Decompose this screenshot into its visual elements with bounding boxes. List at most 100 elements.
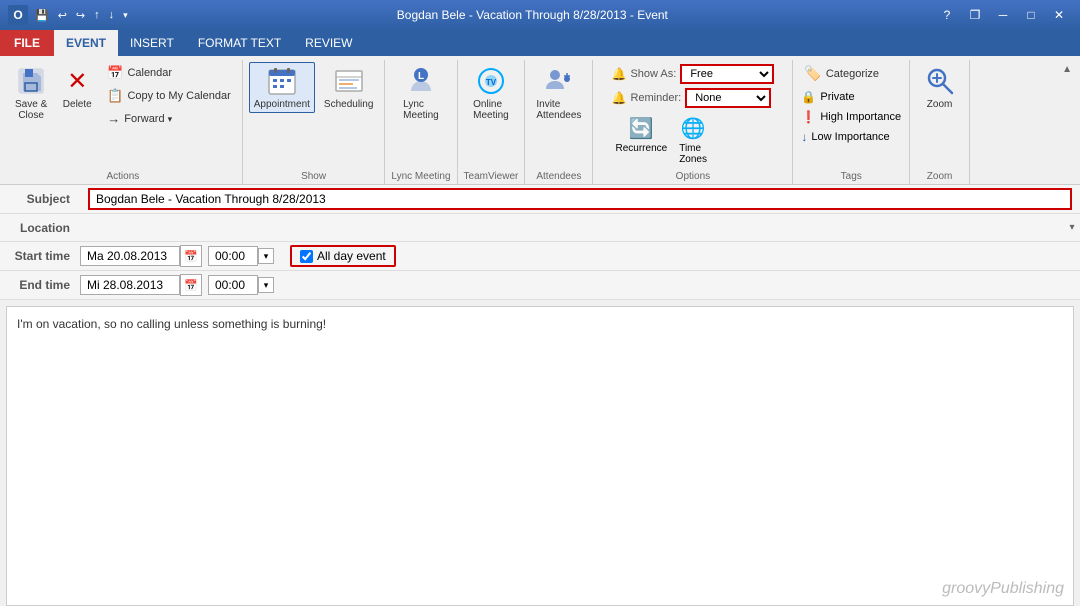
attendees-label: Attendees [531,169,586,184]
copy-forward-group: 📅 Calendar 📋 Copy to My Calendar → Forwa… [102,62,236,129]
online-meeting-label: OnlineMeeting [473,99,509,121]
forward-icon: → [107,111,120,126]
zoom-button[interactable]: Zoom [919,62,961,113]
reminder-select[interactable]: None 0 minutes 5 minutes 15 minutes 30 m… [685,88,771,108]
reminder-label: Reminder: [630,92,681,104]
zoom-content: Zoom [919,62,961,169]
options-content: 🔔 Show As: Free Busy Tentative Out of Of… [612,62,775,169]
appointment-label: Appointment [254,99,310,110]
attendees-content: InviteAttendees [531,62,586,169]
invite-attendees-icon [543,65,575,97]
end-time-row: End time 📅 ▾ [0,271,1080,300]
lync-meeting-button[interactable]: L LyncMeeting [398,62,444,124]
forward-button[interactable]: → Forward ▾ [102,108,236,129]
private-label: Private [820,91,854,103]
save-icon[interactable]: 💾 [32,8,52,23]
delete-label: Delete [63,99,92,110]
all-day-label[interactable]: All day event [317,249,386,263]
end-time-dropdown[interactable]: ▾ [258,277,274,293]
menu-bar: FILE EVENT INSERT FORMAT TEXT REVIEW [0,30,1080,56]
recurrence-button[interactable]: 🔄 Recurrence [612,114,672,167]
review-tab[interactable]: REVIEW [293,30,364,56]
start-time-label: Start time [0,249,80,263]
all-day-checkbox[interactable] [300,250,313,263]
online-meeting-icon: TV [475,65,507,97]
location-row: Location ▾ [0,214,1080,242]
scheduling-icon [333,65,365,97]
teamviewer-group: TV OnlineMeeting TeamViewer [458,60,526,184]
app-icon: O [8,5,28,25]
maximize-button[interactable]: □ [1018,5,1044,25]
actions-group-content: Save &Close ✕ Delete 📅 Calendar 📋 Copy t… [10,62,236,169]
zoom-label: Zoom [927,99,953,110]
show-as-reminder-group: 🔔 Show As: Free Busy Tentative Out of Of… [612,62,775,110]
down-icon[interactable]: ↓ [106,8,118,22]
reminder-icon: 🔔 [612,67,627,81]
teamviewer-label: TeamViewer [464,169,519,184]
scheduling-label: Scheduling [324,99,373,110]
low-importance-icon: ↓ [801,130,807,144]
online-meeting-button[interactable]: TV OnlineMeeting [468,62,514,124]
show-as-select[interactable]: Free Busy Tentative Out of Office [680,64,774,84]
show-label: Show [249,169,379,184]
end-date-input[interactable] [80,275,180,295]
start-calendar-button[interactable]: 📅 [180,245,202,267]
customize-qa-icon[interactable]: ▾ [120,9,131,22]
actions-label: Actions [10,169,236,184]
event-body[interactable]: I'm on vacation, so no calling unless so… [6,306,1074,606]
title-bar-left: O 💾 ↩ ↪ ↑ ↓ ▾ [8,5,131,25]
event-tab[interactable]: EVENT [54,30,118,56]
save-close-button[interactable]: Save &Close [10,62,52,124]
restore-button[interactable]: ❐ [962,5,988,25]
undo-icon[interactable]: ↩ [55,8,70,23]
start-time-dropdown[interactable]: ▾ [258,248,274,264]
start-time-input[interactable] [208,246,258,266]
invite-attendees-button[interactable]: InviteAttendees [531,62,586,124]
bell-icon: 🔔 [612,91,627,105]
window-controls: ? ❐ ─ □ ✕ [934,5,1072,25]
subject-input[interactable] [88,188,1072,210]
location-input[interactable] [80,217,1064,239]
lync-content: L LyncMeeting [398,62,444,169]
appointment-button[interactable]: Appointment [249,62,315,113]
ribbon: Save &Close ✕ Delete 📅 Calendar 📋 Copy t… [0,56,1080,185]
end-time-input[interactable] [208,275,258,295]
lync-meeting-group: L LyncMeeting Lync Meeting [385,60,457,184]
lync-icon: L [405,65,437,97]
scheduling-button[interactable]: Scheduling [319,62,378,113]
time-zones-icon: 🌐 [681,116,706,141]
collapse-ribbon[interactable]: ▲ [1058,60,1076,184]
categorize-button[interactable]: 🏷️ Categorize [799,62,903,85]
file-tab[interactable]: FILE [0,30,54,56]
copy-to-calendar-button[interactable]: 📅 Calendar [102,62,236,84]
high-importance-button[interactable]: ❗ High Importance [799,109,903,125]
private-button[interactable]: 🔒 Private [799,89,856,105]
minimize-button[interactable]: ─ [990,5,1016,25]
categorize-label: Categorize [826,68,879,80]
end-datetime: 📅 ▾ [80,271,274,299]
close-button[interactable]: ✕ [1046,5,1072,25]
start-datetime: 📅 ▾ All day event [80,242,396,270]
start-date-input[interactable] [80,246,180,266]
save-close-icon [15,65,47,97]
low-importance-button[interactable]: ↓ Low Importance [799,129,891,145]
up-icon[interactable]: ↑ [91,8,103,22]
insert-tab[interactable]: INSERT [118,30,186,56]
calendar-icon: 📅 [107,65,123,81]
low-importance-label: Low Importance [811,131,889,143]
all-day-checkbox-container: All day event [290,245,396,267]
forward-label: Forward ▾ [124,113,172,125]
location-dropdown[interactable]: ▾ [1064,220,1080,236]
time-zones-button[interactable]: 🌐 TimeZones [675,114,711,167]
copy-my-calendar-label: Copy to My Calendar [127,90,230,102]
delete-button[interactable]: ✕ Delete [56,62,98,113]
show-group: Appointment Scheduling Show [243,60,386,184]
actions-group: Save &Close ✕ Delete 📅 Calendar 📋 Copy t… [4,60,243,184]
tags-label: Tags [799,169,903,184]
redo-icon[interactable]: ↪ [73,8,88,23]
copy-my-calendar-button[interactable]: 📋 Copy to My Calendar [102,85,236,107]
help-button[interactable]: ? [934,5,960,25]
format-text-tab[interactable]: FORMAT TEXT [186,30,293,56]
end-time-label: End time [0,278,80,292]
end-calendar-button[interactable]: 📅 [180,274,202,296]
